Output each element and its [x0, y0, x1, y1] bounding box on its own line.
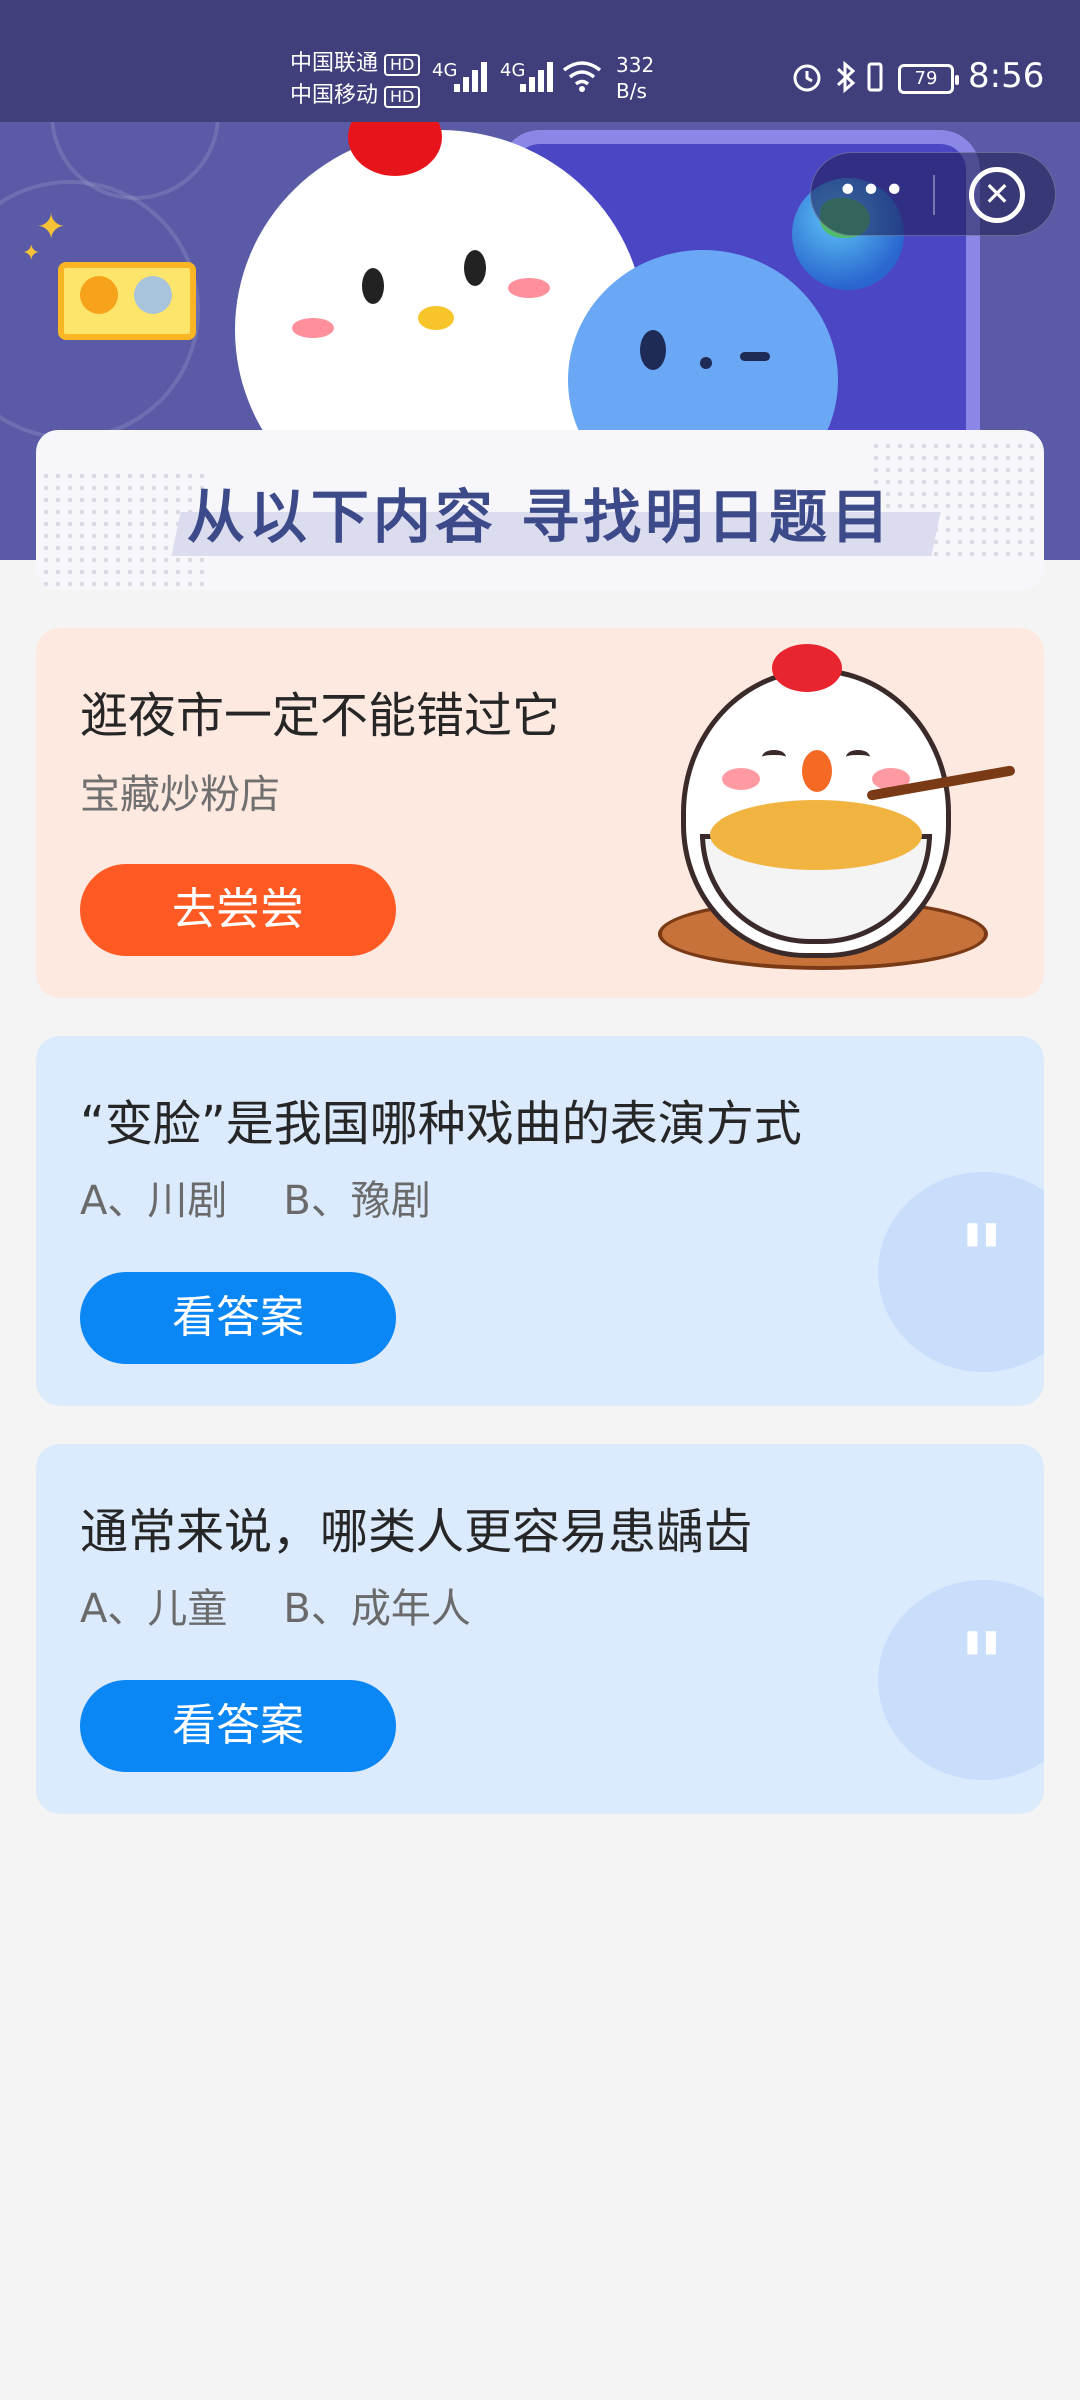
chicken-cheek	[722, 768, 760, 790]
status-bar: 中国联通 HD 中国移动 HD 4G 4G 332 B/s 79 8:56	[0, 0, 1080, 122]
alien-nose	[700, 357, 712, 369]
option-a: A、儿童	[80, 1586, 228, 1632]
answer-options: A、川剧 B、豫剧	[80, 1168, 487, 1226]
signal-bars-icon	[520, 60, 560, 92]
quote-mark-icon: "	[959, 1615, 1004, 1715]
alarm-icon	[790, 60, 824, 102]
hd-badge: HD	[384, 54, 421, 76]
chicken-eye	[846, 750, 870, 764]
section-title-banner: 从以下内容 寻找明日题目	[36, 430, 1044, 590]
promo-subtitle: 宝藏炒粉店	[80, 772, 280, 818]
page-title: 从以下内容 寻找明日题目	[186, 483, 894, 551]
net-speed-unit: B/s	[616, 79, 647, 103]
clock-time: 8:56	[968, 56, 1045, 96]
question-title: 通常来说，哪类人更容易患龋齿	[80, 1504, 753, 1560]
alien-eye	[640, 330, 666, 370]
carrier-info: 中国联通 HD 中国移动 HD	[290, 48, 421, 112]
wifi-icon	[562, 60, 602, 100]
vibrate-icon	[862, 60, 888, 102]
carrier-2: 中国移动	[290, 83, 379, 108]
chicken-cheek	[508, 278, 550, 298]
sparkle-icon: ✦	[36, 207, 67, 248]
question-card: " “变脸”是我国哪种戏曲的表演方式 A、川剧 B、豫剧 看答案	[36, 1036, 1044, 1406]
chicken-comb-illustration	[772, 644, 842, 692]
promo-title: 逛夜市一定不能错过它	[80, 688, 561, 744]
chicken-eye	[464, 250, 486, 286]
chicken-beak	[418, 306, 454, 330]
hd-badge: HD	[384, 86, 421, 108]
chicken-cheek	[292, 318, 334, 338]
more-dots-icon[interactable]: •••	[811, 153, 933, 237]
battery-indicator: 79	[898, 64, 959, 94]
promo-card[interactable]: 逛夜市一定不能错过它 宝藏炒粉店 去尝尝	[36, 628, 1044, 998]
signal-bars-icon	[454, 60, 494, 92]
chicken-eye	[362, 268, 384, 304]
capsule-divider	[933, 175, 935, 215]
chicken-beak	[802, 750, 832, 792]
bluetooth-icon	[834, 60, 858, 102]
question-title: “变脸”是我国哪种戏曲的表演方式	[80, 1096, 802, 1152]
option-b: B、成年人	[283, 1586, 471, 1632]
mini-program-capsule: ••• ✕	[810, 152, 1056, 236]
sparkle-icon: ✦	[22, 241, 41, 266]
view-answer-button[interactable]: 看答案	[80, 1680, 396, 1772]
net-speed-value: 332	[616, 53, 655, 77]
alien-wink-eye	[740, 352, 770, 361]
option-a: A、川剧	[80, 1178, 228, 1224]
chicken-eye	[762, 750, 786, 764]
view-answer-button[interactable]: 看答案	[80, 1272, 396, 1364]
quote-mark-icon: "	[959, 1207, 1004, 1307]
silver-medal-icon	[134, 276, 172, 314]
close-circle-icon[interactable]: ✕	[969, 167, 1025, 223]
net-speed: 332 B/s	[616, 52, 654, 104]
fried-noodles-illustration	[710, 800, 922, 870]
medal-board-icon	[58, 262, 196, 340]
carrier-1: 中国联通	[290, 51, 379, 76]
option-b: B、豫剧	[283, 1178, 431, 1224]
gold-medal-icon	[80, 276, 118, 314]
answer-options: A、儿童 B、成年人	[80, 1576, 527, 1634]
try-it-button[interactable]: 去尝尝	[80, 864, 396, 956]
question-card: " 通常来说，哪类人更容易患龋齿 A、儿童 B、成年人 看答案	[36, 1444, 1044, 1814]
